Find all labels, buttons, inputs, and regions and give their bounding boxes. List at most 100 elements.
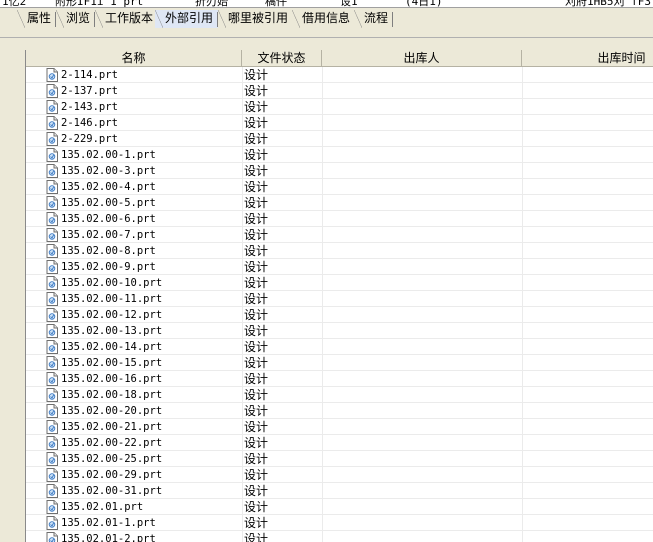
prt-file-icon — [46, 340, 58, 354]
table-row[interactable]: 135.02.00-11.prt 设计 — [26, 291, 653, 307]
state-cell: 设计 — [244, 388, 269, 402]
tab-work-version[interactable]: 工作版本 — [95, 10, 159, 28]
file-name: 135.02.00-5.prt — [61, 197, 156, 209]
file-name: 135.02.00-21.prt — [61, 421, 163, 433]
name-cell: 135.02.00-8.prt — [46, 243, 242, 259]
table-row[interactable]: 135.02.00-25.prt 设计 — [26, 451, 653, 467]
table-row[interactable]: 135.02.00-18.prt 设计 — [26, 387, 653, 403]
prt-file-icon — [46, 324, 58, 338]
tab-where-used[interactable]: 哪里被引用 — [218, 10, 294, 28]
column-header-out-person[interactable]: 出库人 — [322, 50, 522, 67]
file-name: 135.02.01-1.prt — [61, 517, 156, 529]
table-row[interactable]: 135.02.01-2.prt 设计 — [26, 531, 653, 542]
state-cell: 设计 — [244, 244, 269, 258]
state-cell: 设计 — [244, 116, 269, 130]
table-row[interactable]: 135.02.00-8.prt 设计 — [26, 243, 653, 259]
name-cell: 135.02.00-11.prt — [46, 291, 242, 307]
state-cell: 设计 — [244, 500, 269, 514]
column-header-out-time[interactable]: 出库时间 — [522, 50, 653, 67]
prt-file-icon — [46, 180, 58, 194]
prt-file-icon — [46, 228, 58, 242]
table-row[interactable]: 135.02.01.prt 设计 — [26, 499, 653, 515]
state-cell: 设计 — [244, 308, 269, 322]
prt-file-icon — [46, 148, 58, 162]
tab-label: 哪里被引用 — [228, 11, 289, 25]
name-cell: 135.02.01-2.prt — [46, 531, 242, 542]
file-name: 135.02.00-3.prt — [61, 165, 156, 177]
tab-external-references[interactable]: 外部引用 — [155, 10, 219, 28]
tab-workflow[interactable]: 流程 — [354, 10, 394, 28]
name-cell: 135.02.00-22.prt — [46, 435, 242, 451]
state-cell: 设计 — [244, 164, 269, 178]
prt-file-icon — [46, 500, 58, 514]
name-cell: 135.02.00-31.prt — [46, 483, 242, 499]
prt-file-icon — [46, 436, 58, 450]
table-row[interactable]: 135.02.00-31.prt 设计 — [26, 483, 653, 499]
table-row[interactable]: 2-146.prt 设计 — [26, 115, 653, 131]
state-cell: 设计 — [244, 180, 269, 194]
name-cell: 135.02.01.prt — [46, 499, 242, 515]
table-row[interactable]: 135.02.00-10.prt 设计 — [26, 275, 653, 291]
table-row[interactable]: 135.02.00-14.prt 设计 — [26, 339, 653, 355]
file-name: 135.02.00-15.prt — [61, 357, 163, 369]
tab-borrow-info[interactable]: 借用信息 — [292, 10, 356, 28]
table-row[interactable]: 2-143.prt 设计 — [26, 99, 653, 115]
name-cell: 2-229.prt — [46, 131, 242, 147]
tab-browse[interactable]: 浏览 — [56, 10, 96, 28]
table-row[interactable]: 135.02.00-3.prt 设计 — [26, 163, 653, 179]
file-name: 135.02.01-2.prt — [61, 533, 156, 542]
strip-text: 附形IF1i 1 prt — [55, 0, 144, 8]
name-cell: 135.02.00-14.prt — [46, 339, 242, 355]
state-cell: 设计 — [244, 372, 269, 386]
name-cell: 135.02.00-16.prt — [46, 371, 242, 387]
prt-file-icon — [46, 420, 58, 434]
table-row[interactable]: 135.02.00-20.prt 设计 — [26, 403, 653, 419]
file-name: 135.02.00-25.prt — [61, 453, 163, 465]
name-cell: 135.02.00-21.prt — [46, 419, 242, 435]
table-row[interactable]: 2-229.prt 设计 — [26, 131, 653, 147]
strip-text: 稿仵 — [265, 0, 287, 8]
file-name: 2-137.prt — [61, 85, 118, 97]
name-cell: 135.02.00-15.prt — [46, 355, 242, 371]
name-cell: 135.02.00-6.prt — [46, 211, 242, 227]
table-row[interactable]: 135.02.00-7.prt 设计 — [26, 227, 653, 243]
table-row[interactable]: 135.02.00-16.prt 设计 — [26, 371, 653, 387]
state-cell: 设计 — [244, 260, 269, 274]
table-row[interactable]: 135.02.00-29.prt 设计 — [26, 467, 653, 483]
table-row[interactable]: 135.02.00-13.prt 设计 — [26, 323, 653, 339]
prt-file-icon — [46, 164, 58, 178]
tab-properties[interactable]: 属性 — [17, 10, 57, 28]
file-name: 135.02.00-7.prt — [61, 229, 156, 241]
file-name: 135.02.00-1.prt — [61, 149, 156, 161]
table-row[interactable]: 135.02.00-22.prt 设计 — [26, 435, 653, 451]
name-cell: 135.02.00-1.prt — [46, 147, 242, 163]
table-row[interactable]: 135.02.00-1.prt 设计 — [26, 147, 653, 163]
state-cell: 设计 — [244, 292, 269, 306]
tab-label: 属性 — [27, 11, 52, 25]
table-row[interactable]: 135.02.00-12.prt 设计 — [26, 307, 653, 323]
table-row[interactable]: 135.02.00-5.prt 设计 — [26, 195, 653, 211]
reference-table: 名称 文件状态 出库人 出库时间 2-114.prt 设计 2-137.prt 设计 2… — [25, 50, 653, 542]
column-header-name[interactable]: 名称 — [26, 50, 242, 67]
name-cell: 135.02.00-9.prt — [46, 259, 242, 275]
state-cell: 设计 — [244, 420, 269, 434]
prt-file-icon — [46, 84, 58, 98]
name-cell: 2-137.prt — [46, 83, 242, 99]
table-row[interactable]: 135.02.00-9.prt 设计 — [26, 259, 653, 275]
prt-file-icon — [46, 516, 58, 530]
table-row[interactable]: 135.02.00-21.prt 设计 — [26, 419, 653, 435]
file-name: 2-143.prt — [61, 101, 118, 113]
table-row[interactable]: 135.02.00-15.prt 设计 — [26, 355, 653, 371]
state-cell: 设计 — [244, 532, 269, 542]
table-row[interactable]: 135.02.00-6.prt 设计 — [26, 211, 653, 227]
file-name: 135.02.00-29.prt — [61, 469, 163, 481]
column-header-state[interactable]: 文件状态 — [242, 50, 322, 67]
strip-text: (4日1) — [405, 0, 443, 8]
state-cell: 设计 — [244, 148, 269, 162]
table-row[interactable]: 2-137.prt 设计 — [26, 83, 653, 99]
tab-label: 外部引用 — [165, 11, 214, 25]
table-row[interactable]: 2-114.prt 设计 — [26, 67, 653, 83]
table-row[interactable]: 135.02.00-4.prt 设计 — [26, 179, 653, 195]
state-cell: 设计 — [244, 452, 269, 466]
table-row[interactable]: 135.02.01-1.prt 设计 — [26, 515, 653, 531]
